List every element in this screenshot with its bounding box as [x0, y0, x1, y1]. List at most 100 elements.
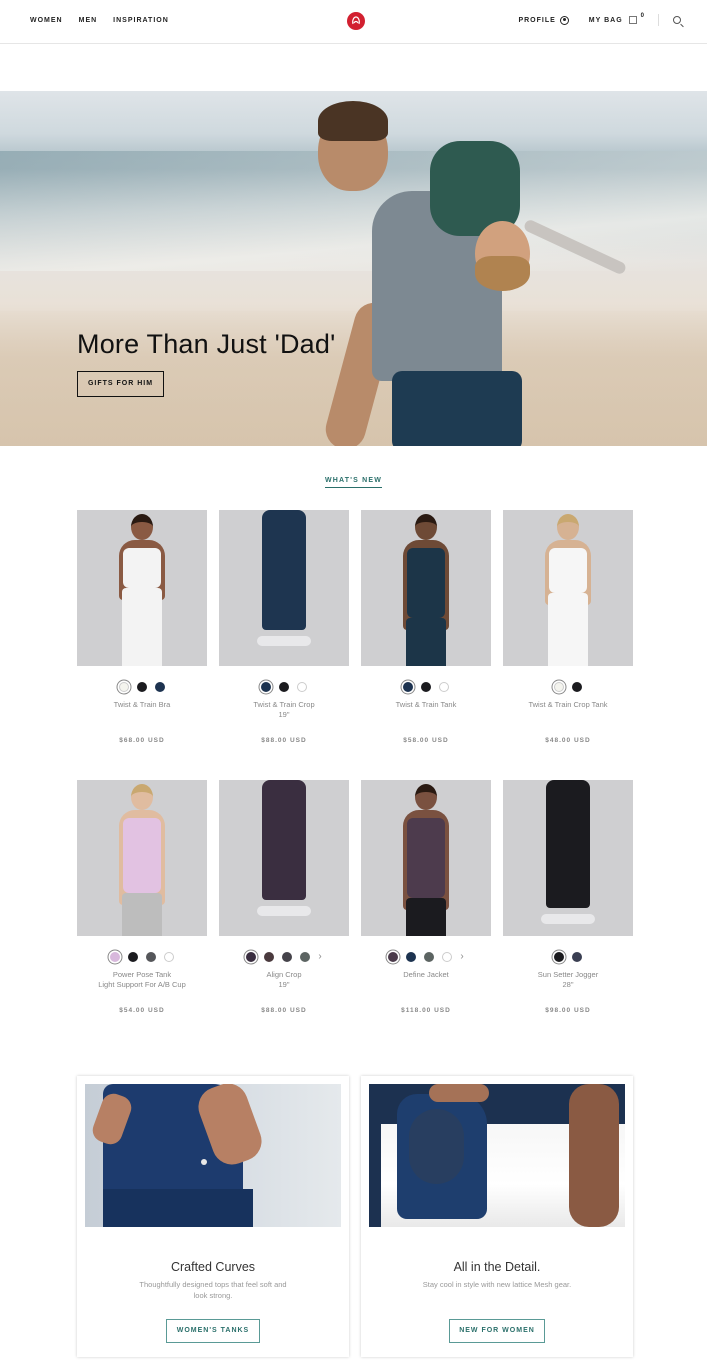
product-image[interactable]: [219, 510, 349, 666]
product-name[interactable]: Twist & Train Crop 19": [219, 700, 349, 730]
color-swatch[interactable]: [146, 952, 156, 962]
color-swatch[interactable]: [282, 952, 293, 962]
color-swatch[interactable]: [164, 952, 174, 962]
product-name[interactable]: Define Jacket: [361, 970, 491, 1000]
color-swatch[interactable]: [297, 682, 307, 692]
figure-head: [415, 784, 437, 810]
color-swatches: [219, 681, 349, 693]
color-swatch[interactable]: [439, 682, 449, 692]
color-swatches: [77, 681, 207, 693]
product-card[interactable]: Twist & Train Bra $68.00 USD: [77, 510, 207, 744]
color-swatch[interactable]: [279, 682, 289, 692]
product-card[interactable]: Sun Setter Jogger 28" $98.00 USD: [503, 780, 633, 1014]
color-swatch[interactable]: [554, 952, 564, 962]
product-card[interactable]: Power Pose Tank Light Support For A/B Cup…: [77, 780, 207, 1014]
product-name-line: Sun Setter Jogger: [537, 970, 599, 979]
product-image[interactable]: [361, 780, 491, 936]
product-name[interactable]: Twist & Train Bra: [77, 700, 207, 730]
product-name[interactable]: Twist & Train Tank: [361, 700, 491, 730]
gifts-for-him-button[interactable]: GIFTS FOR HIM: [77, 371, 164, 397]
product-name[interactable]: Align Crop 19": [219, 970, 349, 1000]
figure-top: [407, 818, 445, 898]
color-swatch[interactable]: [388, 952, 399, 962]
color-swatch[interactable]: [442, 952, 453, 962]
product-image[interactable]: [361, 510, 491, 666]
figure-legs: [406, 898, 446, 936]
color-swatch[interactable]: [155, 682, 165, 692]
bag-link[interactable]: MY BAG 0: [588, 13, 644, 24]
figure-head: [415, 514, 437, 540]
feature-title: Crafted Curves: [170, 1260, 256, 1274]
feature-description: Stay cool in style with new lattice Mesh…: [422, 1280, 572, 1289]
color-swatch[interactable]: [554, 682, 564, 692]
product-name-line: Twist & Train Crop Tank: [528, 700, 608, 709]
chevron-right-icon[interactable]: ›: [460, 952, 463, 962]
color-swatch[interactable]: [424, 952, 435, 962]
color-swatch[interactable]: [421, 682, 431, 692]
color-swatch[interactable]: [406, 952, 417, 962]
hero-banner[interactable]: More Than Just 'Dad' GIFTS FOR HIM: [0, 91, 707, 446]
product-image[interactable]: [503, 510, 633, 666]
color-swatch[interactable]: [264, 952, 275, 962]
product-name[interactable]: Twist & Train Crop Tank: [503, 700, 633, 730]
product-card[interactable]: › Align Crop 19" $88.00 USD: [219, 780, 349, 1014]
product-image[interactable]: [77, 510, 207, 666]
color-swatch[interactable]: [110, 952, 120, 962]
product-image[interactable]: [219, 780, 349, 936]
color-swatch[interactable]: [128, 952, 138, 962]
figure-head: [557, 514, 579, 540]
product-name[interactable]: Power Pose Tank Light Support For A/B Cup: [77, 970, 207, 1000]
color-swatch[interactable]: [403, 682, 413, 692]
figure-legs: [262, 780, 306, 900]
color-swatches: [503, 681, 633, 693]
color-swatch[interactable]: [300, 952, 311, 962]
profile-link[interactable]: PROFILE: [518, 15, 569, 25]
product-card[interactable]: › Define Jacket $118.00 USD: [361, 780, 491, 1014]
whats-new-link[interactable]: WHAT'S NEW: [324, 477, 383, 488]
feature-card-crafted-curves: Crafted Curves Thoughtfully designed top…: [77, 1076, 349, 1357]
product-subname: 19": [278, 710, 290, 719]
feature-title: All in the Detail.: [453, 1260, 541, 1274]
product-card[interactable]: Twist & Train Crop 19" $88.00 USD: [219, 510, 349, 744]
search-icon[interactable]: [673, 16, 681, 24]
new-for-women-button[interactable]: NEW FOR WOMEN: [449, 1319, 545, 1343]
nav-women[interactable]: WOMEN: [30, 17, 63, 24]
product-name-line: Twist & Train Bra: [113, 700, 171, 709]
product-name-line: Define Jacket: [403, 970, 449, 979]
chevron-right-icon[interactable]: ›: [318, 952, 321, 962]
color-swatch[interactable]: [572, 682, 582, 692]
product-image[interactable]: [503, 780, 633, 936]
hero-title: More Than Just 'Dad': [77, 329, 336, 359]
product-card[interactable]: Twist & Train Tank $58.00 USD: [361, 510, 491, 744]
nav-inspiration[interactable]: INSPIRATION: [113, 17, 169, 24]
figure-legs: [406, 618, 446, 666]
whats-new-heading: WHAT'S NEW: [0, 469, 707, 488]
figure-shoes: [257, 636, 311, 646]
bag-label: MY BAG: [588, 16, 623, 24]
bag-icon: [628, 16, 637, 24]
product-image[interactable]: [77, 780, 207, 936]
figure-legs: [122, 893, 162, 936]
feature-image-mesh[interactable]: [369, 1084, 625, 1227]
hero-child-hair: [475, 256, 530, 291]
color-swatches: ›: [219, 951, 349, 963]
color-swatch[interactable]: [572, 952, 582, 962]
color-swatch[interactable]: [261, 682, 271, 692]
feature-description: Thoughtfully designed tops that feel sof…: [139, 1280, 287, 1300]
product-name-line: Power Pose Tank: [112, 970, 172, 979]
lululemon-logo-icon[interactable]: [347, 12, 365, 30]
hero-shorts: [392, 371, 522, 446]
figure-legs: [122, 588, 162, 666]
womens-tanks-button[interactable]: WOMEN'S TANKS: [166, 1319, 260, 1343]
color-swatch[interactable]: [137, 682, 147, 692]
product-card[interactable]: Twist & Train Crop Tank $48.00 USD: [503, 510, 633, 744]
product-price: $118.00 USD: [401, 1007, 451, 1014]
color-swatch[interactable]: [246, 952, 257, 962]
color-swatch[interactable]: [119, 682, 129, 692]
feature-image-tanks[interactable]: [85, 1084, 341, 1227]
profile-label: PROFILE: [518, 16, 556, 24]
nav-men[interactable]: MEN: [79, 17, 98, 24]
product-price: $88.00 USD: [261, 1007, 307, 1014]
main-nav: WOMEN MEN INSPIRATION: [30, 17, 169, 24]
product-name[interactable]: Sun Setter Jogger 28": [503, 970, 633, 1000]
